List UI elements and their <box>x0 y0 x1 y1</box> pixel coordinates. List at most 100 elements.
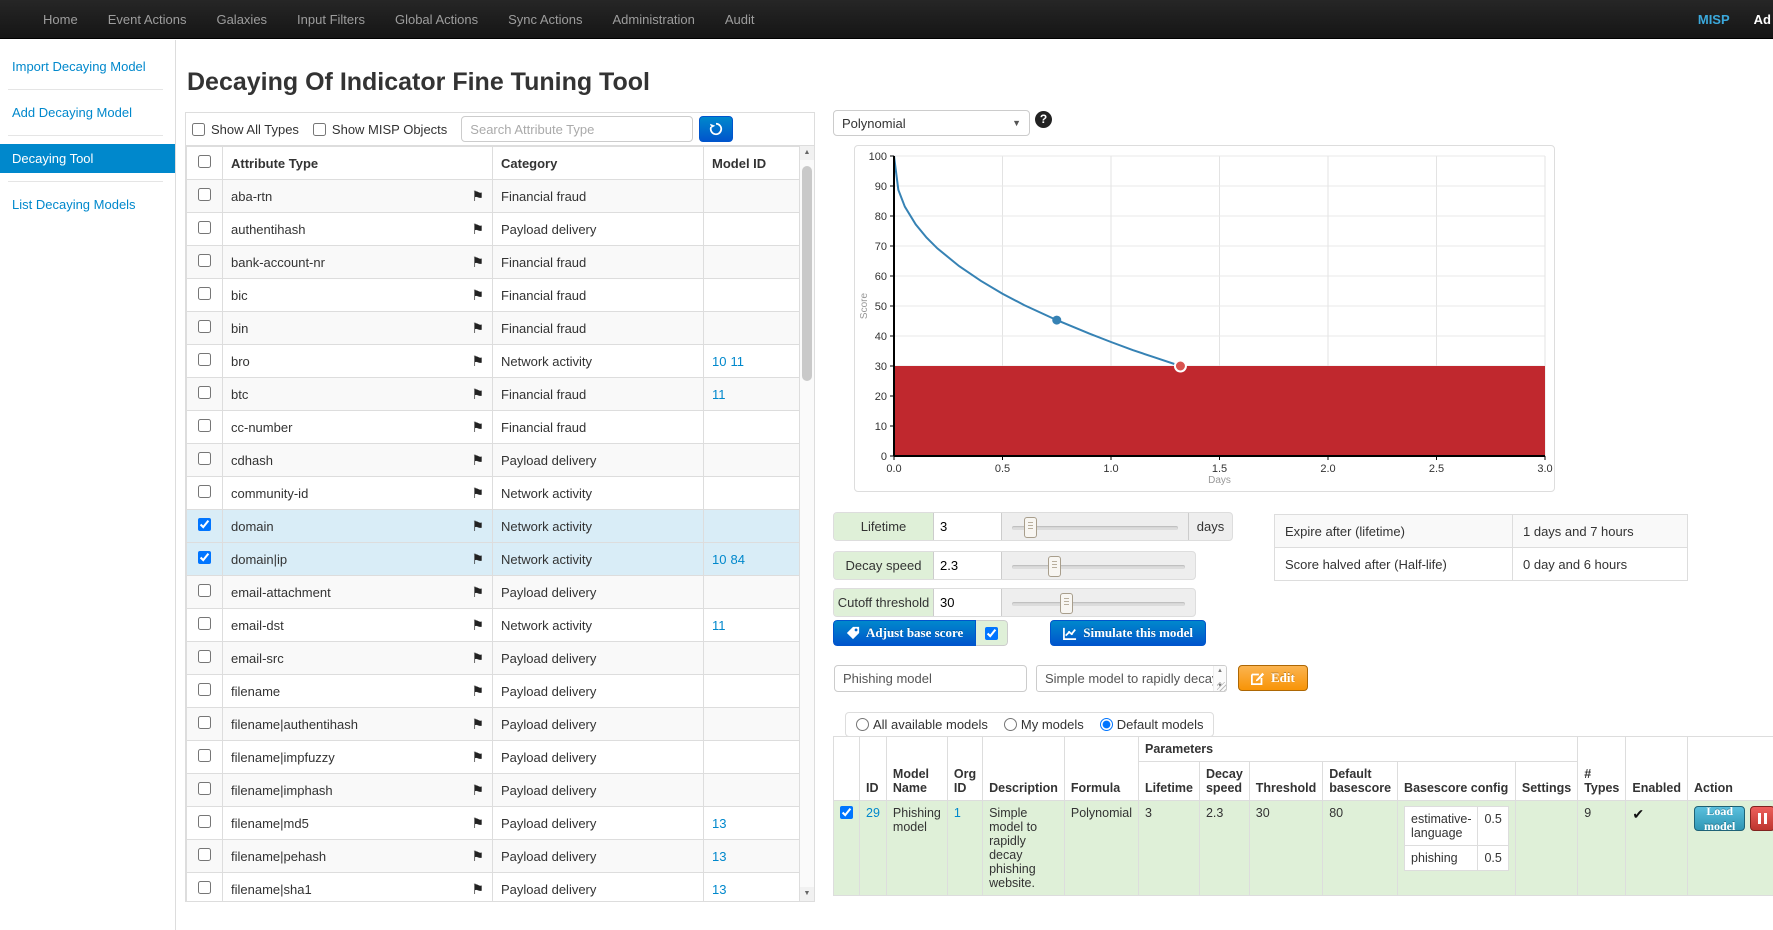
model-id-link[interactable]: 13 <box>712 816 726 831</box>
radio-default-models[interactable] <box>1100 718 1113 731</box>
scroll-up-arrow-icon[interactable]: ▲ <box>800 146 814 160</box>
radio-label[interactable]: All available models <box>873 717 988 732</box>
row-checkbox[interactable] <box>198 485 211 498</box>
table-row[interactable]: bank-account-nr⚑Financial fraud <box>187 246 800 279</box>
user-menu-link[interactable]: Ad <box>1754 12 1773 27</box>
model-id-link[interactable]: 13 <box>712 882 726 897</box>
radio-label[interactable]: My models <box>1021 717 1084 732</box>
table-row[interactable]: btc⚑Financial fraud11 <box>187 378 800 411</box>
row-checkbox[interactable] <box>198 221 211 234</box>
adjust-base-score-checkbox[interactable] <box>985 627 998 640</box>
search-attribute-input[interactable] <box>461 116 693 142</box>
curve-marker-point[interactable] <box>1052 316 1061 325</box>
adjust-base-score-button[interactable]: Adjust base score <box>833 620 976 646</box>
model-id-link[interactable]: 11 <box>730 354 744 369</box>
attribute-table-scrollbar[interactable]: ▲ ▼ <box>799 146 814 901</box>
simulate-model-button[interactable]: Simulate this model <box>1050 620 1206 646</box>
model-id-link[interactable]: 84 <box>730 552 744 567</box>
table-row[interactable]: authentihash⚑Payload delivery <box>187 213 800 246</box>
table-row[interactable]: bin⚑Financial fraud <box>187 312 800 345</box>
slider-value-input[interactable] <box>934 589 1002 616</box>
table-row[interactable]: community-id⚑Network activity <box>187 477 800 510</box>
table-row[interactable]: cc-number⚑Financial fraud <box>187 411 800 444</box>
slider-value-input[interactable] <box>934 552 1002 579</box>
navbar-item-galaxies[interactable]: Galaxies <box>201 0 282 39</box>
slider-handle[interactable] <box>1060 593 1073 614</box>
org-id-link[interactable]: 1 <box>954 806 961 820</box>
row-checkbox[interactable] <box>198 716 211 729</box>
slider-track[interactable] <box>1012 552 1185 579</box>
row-checkbox[interactable] <box>198 815 211 828</box>
show-misp-objects-label[interactable]: Show MISP Objects <box>332 122 447 137</box>
show-misp-objects-checkbox[interactable] <box>313 123 326 136</box>
misp-brand-link[interactable]: MISP <box>1674 12 1754 27</box>
radio-label[interactable]: Default models <box>1117 717 1204 732</box>
row-checkbox[interactable] <box>198 848 211 861</box>
row-checkbox[interactable] <box>198 353 211 366</box>
table-row[interactable]: filename|authentihash⚑Payload delivery <box>187 708 800 741</box>
navbar-item-home[interactable]: Home <box>28 0 93 39</box>
row-checkbox[interactable] <box>198 386 211 399</box>
navbar-item-global-actions[interactable]: Global Actions <box>380 0 493 39</box>
column-header-category[interactable]: Category <box>493 147 704 180</box>
table-row[interactable]: domain|ip⚑Network activity1084 <box>187 543 800 576</box>
slider-handle[interactable] <box>1024 517 1037 538</box>
pause-model-button[interactable] <box>1750 806 1773 831</box>
table-row[interactable]: email-attachment⚑Payload delivery <box>187 576 800 609</box>
column-header-attribute-type[interactable]: Attribute Type <box>223 147 493 180</box>
row-checkbox[interactable] <box>198 518 211 531</box>
model-id-link[interactable]: 11 <box>712 618 726 633</box>
row-checkbox[interactable] <box>198 584 211 597</box>
model-id-link[interactable]: 10 <box>712 354 726 369</box>
show-all-types-label[interactable]: Show All Types <box>211 122 299 137</box>
navbar-item-sync-actions[interactable]: Sync Actions <box>493 0 597 39</box>
table-row[interactable]: filename|impfuzzy⚑Payload delivery <box>187 741 800 774</box>
load-model-button[interactable]: Load model <box>1694 806 1745 831</box>
table-row[interactable]: filename|pehash⚑Payload delivery13 <box>187 840 800 873</box>
table-row[interactable]: aba-rtn⚑Financial fraud <box>187 180 800 213</box>
show-all-types-checkbox[interactable] <box>192 123 205 136</box>
select-all-checkbox[interactable] <box>198 155 211 168</box>
radio-my-models[interactable] <box>1004 718 1017 731</box>
table-row[interactable]: email-dst⚑Network activity11 <box>187 609 800 642</box>
navbar-item-audit[interactable]: Audit <box>710 0 770 39</box>
scroll-up-arrow-icon[interactable]: ▲ <box>1217 668 1223 674</box>
slider-handle[interactable] <box>1048 556 1061 577</box>
column-header-model-id[interactable]: Model ID <box>704 147 800 180</box>
curve-marker-point[interactable] <box>1175 361 1186 372</box>
row-checkbox[interactable] <box>198 881 211 894</box>
row-checkbox[interactable] <box>198 452 211 465</box>
resize-grip-icon[interactable] <box>1217 682 1226 691</box>
row-checkbox[interactable] <box>198 650 211 663</box>
model-row-checkbox[interactable] <box>840 806 853 819</box>
row-checkbox[interactable] <box>198 683 211 696</box>
refresh-button[interactable] <box>699 116 733 142</box>
sidebar-item-import-decaying-model[interactable]: Import Decaying Model <box>0 52 175 81</box>
table-row[interactable]: bic⚑Financial fraud <box>187 279 800 312</box>
navbar-item-administration[interactable]: Administration <box>598 0 710 39</box>
table-row[interactable]: filename⚑Payload delivery <box>187 675 800 708</box>
model-id-link[interactable]: 10 <box>712 552 726 567</box>
row-checkbox[interactable] <box>198 617 211 630</box>
edit-model-button[interactable]: Edit <box>1238 665 1308 691</box>
radio-all-available-models[interactable] <box>856 718 869 731</box>
help-question-icon[interactable]: ? <box>1035 111 1052 128</box>
table-row[interactable]: filename|md5⚑Payload delivery13 <box>187 807 800 840</box>
row-checkbox[interactable] <box>198 782 211 795</box>
row-checkbox[interactable] <box>198 188 211 201</box>
model-id-link[interactable]: 11 <box>712 387 726 402</box>
row-checkbox[interactable] <box>198 254 211 267</box>
table-row[interactable]: domain⚑Network activity <box>187 510 800 543</box>
row-checkbox[interactable] <box>198 419 211 432</box>
formula-select[interactable]: Polynomial ▼ <box>833 110 1030 136</box>
table-row[interactable]: filename|sha1⚑Payload delivery13 <box>187 873 800 902</box>
sidebar-item-decaying-tool[interactable]: Decaying Tool <box>0 144 175 173</box>
sidebar-item-add-decaying-model[interactable]: Add Decaying Model <box>0 98 175 127</box>
slider-value-input[interactable] <box>934 513 1002 540</box>
row-checkbox[interactable] <box>198 320 211 333</box>
model-id-link[interactable]: 13 <box>712 849 726 864</box>
scrollbar-thumb[interactable] <box>802 166 812 381</box>
model-row[interactable]: 29Phishing model1Simple model to rapidly… <box>834 801 1773 896</box>
sidebar-item-list-decaying-models[interactable]: List Decaying Models <box>0 190 175 219</box>
model-id-link[interactable]: 29 <box>866 806 880 820</box>
